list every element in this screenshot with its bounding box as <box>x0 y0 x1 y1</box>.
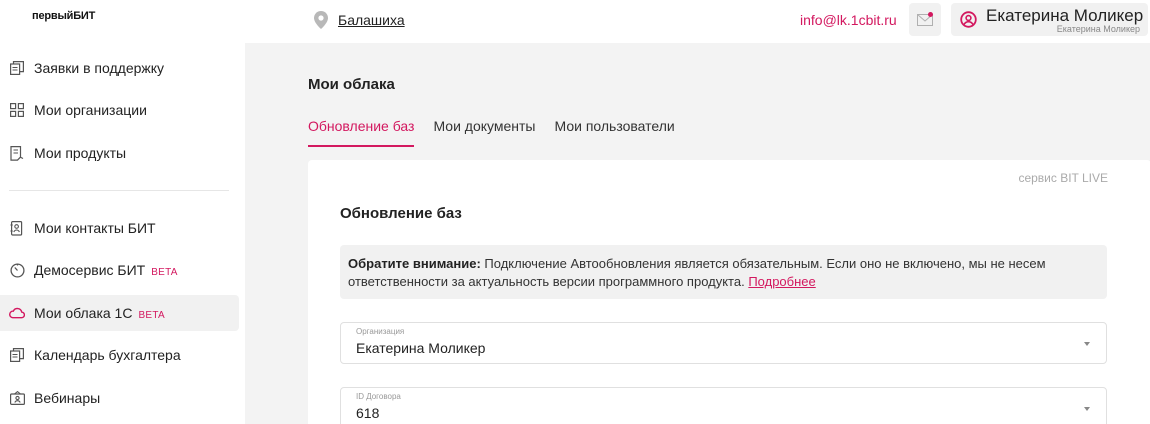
organization-label: Организация <box>356 327 405 336</box>
tab-my-users[interactable]: Мои пользователи <box>555 118 675 147</box>
organization-value: Екатерина Моликер <box>356 340 486 356</box>
sidebar-item-clouds-1c[interactable]: Мои облака 1С BETA <box>0 295 239 331</box>
contacts-icon <box>9 220 25 236</box>
organization-select[interactable]: Организация Екатерина Моликер <box>340 322 1107 364</box>
user-icon <box>960 11 977 28</box>
service-label: сервис BIT LIVE <box>1018 171 1108 185</box>
chevron-down-icon <box>1084 342 1090 346</box>
sidebar-item-label: Заявки в поддержку <box>34 60 165 76</box>
chevron-down-icon <box>1084 407 1090 411</box>
support-email-link[interactable]: info@lk.1cbit.ru <box>800 12 897 28</box>
contract-id-select[interactable]: ID Договора 618 <box>340 387 1107 424</box>
tab-bar: Обновление баз Мои документы Мои пользов… <box>308 118 694 147</box>
sidebar-item-text: Мои облака 1С <box>34 305 133 321</box>
user-profile-button[interactable]: Екатерина Моликер Екатерина Моликер <box>951 3 1148 36</box>
sidebar-item-webinars[interactable]: Вебинары <box>0 380 239 416</box>
calendar-icon <box>9 347 25 363</box>
product-icon <box>9 145 25 161</box>
logo[interactable]: первыйБИТ <box>32 10 95 22</box>
sidebar-item-label: Календарь бухгалтера <box>34 347 181 363</box>
notice-box: Обратите внимание: Подключение Автообнов… <box>340 245 1107 299</box>
contract-id-value: 618 <box>356 405 380 421</box>
grid-icon <box>9 102 25 118</box>
city-link[interactable]: Балашиха <box>338 12 405 28</box>
location-pin-icon <box>314 11 328 29</box>
sidebar-item-demoservice[interactable]: Демосервис БИТ BETA <box>0 252 239 288</box>
sidebar-item-label: Мои продукты <box>34 145 127 161</box>
sidebar-item-support-requests[interactable]: Заявки в поддержку <box>0 50 239 86</box>
beta-badge: BETA <box>138 310 166 321</box>
sidebar-item-organizations[interactable]: Мои организации <box>0 92 239 128</box>
location-selector[interactable]: Балашиха <box>314 11 405 29</box>
messages-button[interactable] <box>909 3 941 36</box>
contract-id-label: ID Договора <box>356 392 401 401</box>
user-subname: Екатерина Моликер <box>1056 24 1140 34</box>
sidebar-item-label: Мои контакты БИТ <box>34 220 156 236</box>
sidebar: Заявки в поддержку Мои организации Мои п… <box>0 43 245 424</box>
tab-database-updates[interactable]: Обновление баз <box>308 118 415 147</box>
webinar-icon <box>9 390 25 406</box>
more-details-link[interactable]: Подробнее <box>748 274 815 289</box>
card-title: Обновление баз <box>340 205 462 222</box>
sidebar-item-label: Демосервис БИТ BETA <box>34 262 178 278</box>
page-title: Мои облака <box>308 76 395 93</box>
sidebar-item-label: Мои организации <box>34 102 147 118</box>
beta-badge: BETA <box>151 267 178 278</box>
sidebar-item-products[interactable]: Мои продукты <box>0 135 239 171</box>
notice-bold: Обратите внимание: <box>348 256 481 271</box>
unread-indicator <box>928 12 933 17</box>
documents-icon <box>9 60 25 76</box>
top-header: первыйБИТ Балашиха info@lk.1cbit.ru Екат… <box>0 0 1150 43</box>
cloud-icon <box>9 305 25 321</box>
main-content: Мои облака Обновление баз Мои документы … <box>245 43 1150 424</box>
sidebar-item-bit-contacts[interactable]: Мои контакты БИТ <box>0 210 239 246</box>
user-name: Екатерина Моликер <box>986 6 1144 25</box>
timer-icon <box>9 262 25 278</box>
sidebar-item-label: Вебинары <box>34 390 101 406</box>
tab-my-documents[interactable]: Мои документы <box>433 118 535 147</box>
sidebar-item-text: Демосервис БИТ <box>34 262 146 278</box>
sidebar-item-label: Мои облака 1С BETA <box>34 305 165 321</box>
updates-card: сервис BIT LIVE Обновление баз Обратите … <box>308 160 1150 424</box>
sidebar-item-accountant-calendar[interactable]: Календарь бухгалтера <box>0 337 239 373</box>
sidebar-divider <box>9 190 229 191</box>
